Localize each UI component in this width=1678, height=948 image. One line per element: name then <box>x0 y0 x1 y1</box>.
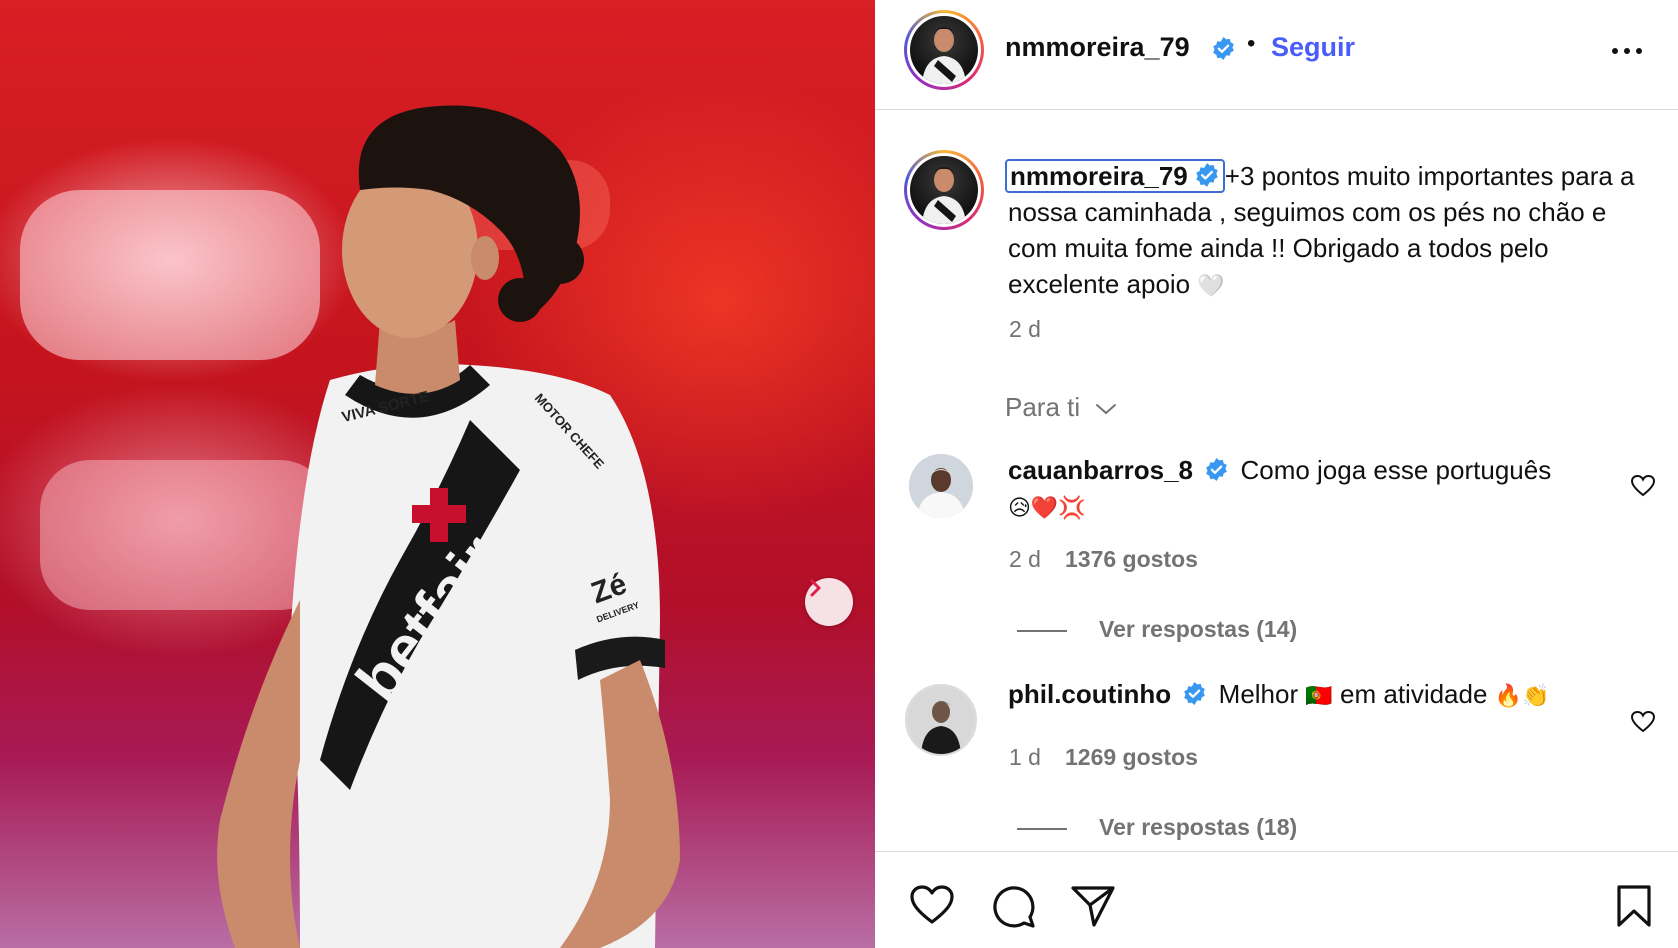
comment-likes[interactable]: 1376 gostos <box>1065 546 1198 572</box>
comment-avatar[interactable] <box>909 454 973 518</box>
comment-text: Melhor <box>1218 679 1299 709</box>
heart-icon[interactable] <box>909 884 955 926</box>
comment-text-after: em atividade <box>1340 679 1488 709</box>
post-action-bar <box>875 851 1678 948</box>
comment-heart-icon[interactable] <box>1630 474 1656 498</box>
photo-illustration: betfair VIVA SORTE Zé DELIVERY MOTOR CHE… <box>20 105 680 948</box>
chevron-down-icon <box>1096 404 1117 415</box>
chevron-right-icon <box>810 579 821 597</box>
post-caption: nmmoreira_79 +3 pontos muito importantes … <box>1005 158 1648 305</box>
caption-emoji: 🤍 <box>1197 274 1225 299</box>
bookmark-icon[interactable] <box>1615 884 1653 928</box>
replies-divider <box>1017 629 1067 632</box>
verified-badge-icon <box>1206 457 1228 481</box>
caption-username[interactable]: nmmoreira_79 <box>1005 159 1225 193</box>
avatar-image <box>907 686 975 754</box>
verified-badge-icon <box>1184 681 1206 705</box>
caption-timestamp[interactable]: 2 d <box>1009 316 1041 343</box>
next-photo-button[interactable] <box>805 578 853 626</box>
verified-badge-icon <box>1196 163 1218 188</box>
view-replies-button[interactable]: Ver respostas (14) <box>1017 616 1297 643</box>
comment-meta: 1 d 1269 gostos <box>1009 744 1198 771</box>
header-avatar[interactable] <box>904 10 984 90</box>
view-replies-label: Ver respostas (18) <box>1099 814 1298 840</box>
avatar-image <box>922 167 966 224</box>
post-header: nmmoreira_79 • Seguir <box>875 0 1678 110</box>
comments-sort-dropdown[interactable]: Para ti <box>1005 392 1117 423</box>
caption-avatar[interactable] <box>904 150 984 230</box>
comment-emoji: 😥❤️💢 <box>1008 496 1086 521</box>
separator-dot: • <box>1247 30 1256 57</box>
view-replies-label: Ver respostas (14) <box>1099 616 1298 642</box>
comment-icon[interactable] <box>990 884 1036 928</box>
comment-text: Como joga esse português <box>1240 455 1552 485</box>
comment-avatar[interactable] <box>905 684 977 756</box>
comment-timestamp[interactable]: 1 d <box>1009 744 1041 770</box>
more-icon[interactable] <box>1610 34 1644 68</box>
comment-emoji: 🔥👏 <box>1494 684 1550 709</box>
comment-username[interactable]: phil.coutinho <box>1008 679 1171 709</box>
view-replies-button[interactable]: Ver respostas (18) <box>1017 814 1297 841</box>
replies-divider <box>1017 827 1067 830</box>
flag-emoji: 🇵🇹 <box>1305 684 1333 709</box>
header-username[interactable]: nmmoreira_79 <box>1005 32 1190 63</box>
caption-username-text: nmmoreira_79 <box>1010 161 1188 191</box>
avatar-image <box>909 454 973 518</box>
avatar-image <box>922 27 966 84</box>
sort-label: Para ti <box>1005 392 1081 422</box>
comment-heart-icon[interactable] <box>1630 710 1656 734</box>
comment-likes[interactable]: 1269 gostos <box>1065 744 1198 770</box>
post-photo[interactable]: betfair VIVA SORTE Zé DELIVERY MOTOR CHE… <box>0 0 875 948</box>
share-icon[interactable] <box>1070 884 1116 928</box>
verified-badge-icon <box>1213 37 1234 60</box>
comment-timestamp[interactable]: 2 d <box>1009 546 1041 572</box>
follow-button[interactable]: Seguir <box>1271 32 1355 63</box>
post-panel: nmmoreira_79 • Seguir nmmoreira_79 +3 po… <box>875 0 1678 948</box>
comment-meta: 2 d 1376 gostos <box>1009 546 1198 573</box>
comment-username[interactable]: cauanbarros_8 <box>1008 455 1193 485</box>
